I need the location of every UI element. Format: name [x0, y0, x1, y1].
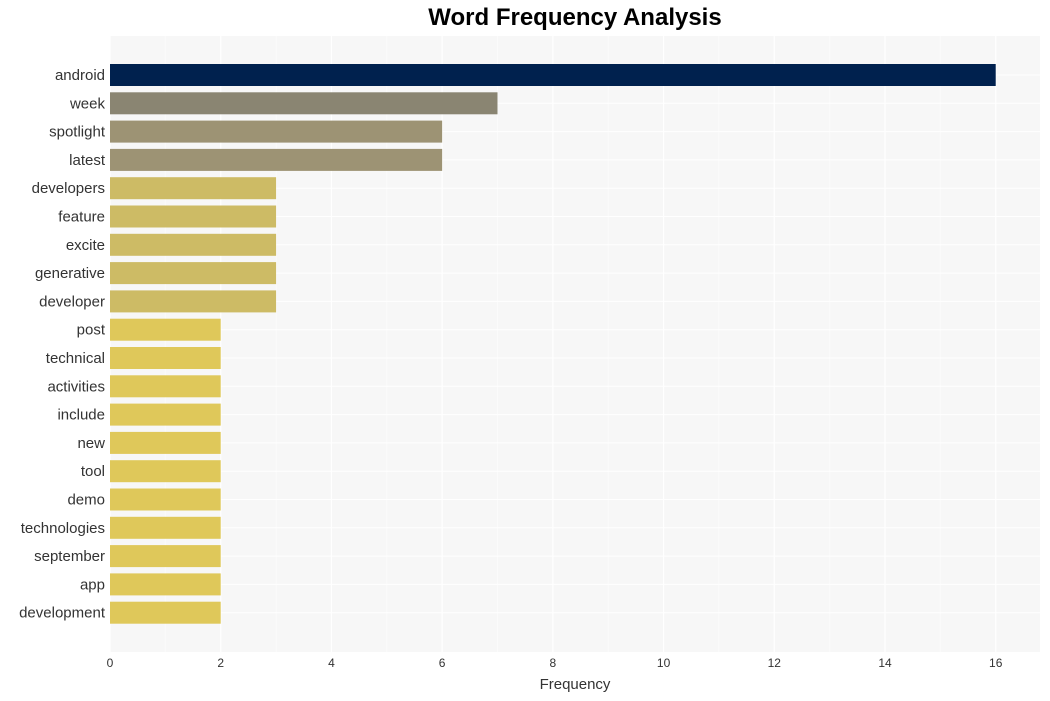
bar-feature: [110, 205, 277, 228]
y-tick-label: latest: [69, 152, 106, 169]
bar-chart: android week spotlight latest developers feat…: [19, 36, 1040, 693]
y-tick-label: technical: [46, 350, 105, 367]
y-tick-label: development: [19, 605, 106, 622]
y-tick-label: app: [80, 576, 105, 593]
bar-spotlight: [110, 120, 443, 143]
bar-app: [110, 573, 221, 596]
bar-technologies: [110, 516, 221, 539]
x-tick-label: 2: [217, 656, 224, 670]
bar-developer: [110, 290, 277, 313]
y-tick-label: include: [57, 407, 105, 424]
x-tick-label: 6: [439, 656, 446, 670]
bar-tool: [110, 460, 221, 483]
bar-technical: [110, 347, 221, 369]
y-tick-label: demo: [67, 492, 105, 509]
y-tick-label: feature: [58, 209, 105, 226]
y-tick-label: week: [69, 95, 106, 112]
x-axis-label: Frequency: [540, 676, 611, 693]
bar-week: [110, 92, 498, 115]
bar-developers: [110, 177, 277, 200]
y-tick-label: post: [77, 322, 106, 339]
x-tick-label: 10: [657, 656, 671, 670]
bar-excite: [110, 233, 277, 256]
y-tick-label: activities: [47, 378, 105, 395]
x-tick-label: 14: [878, 656, 892, 670]
y-tick-label: september: [34, 548, 105, 565]
bar-september: [110, 545, 221, 568]
y-tick-label: android: [55, 67, 105, 84]
y-tick-label: tool: [81, 463, 105, 480]
x-tick-label: 4: [328, 656, 335, 670]
y-tick-label: excite: [66, 237, 105, 254]
x-tick-label: 8: [550, 656, 557, 670]
bar-demo: [110, 488, 221, 511]
y-tick-label: generative: [35, 265, 105, 282]
bar-android: [110, 64, 996, 86]
y-tick-label: developers: [32, 180, 105, 197]
y-tick-label: technologies: [21, 520, 105, 537]
bar-development: [110, 601, 221, 624]
y-tick-label: spotlight: [49, 124, 106, 141]
y-tick-label: new: [77, 435, 105, 452]
x-tick-label: 0: [107, 656, 114, 670]
bar-post: [110, 318, 221, 341]
y-tick-label: developer: [39, 293, 105, 310]
x-tick-label: 16: [989, 656, 1003, 670]
x-tick-label: 12: [768, 656, 782, 670]
bar-activities: [110, 375, 221, 398]
bar-generative: [110, 262, 277, 285]
bar-new: [110, 431, 221, 454]
bar-include: [110, 403, 221, 426]
bar-latest: [110, 148, 443, 171]
